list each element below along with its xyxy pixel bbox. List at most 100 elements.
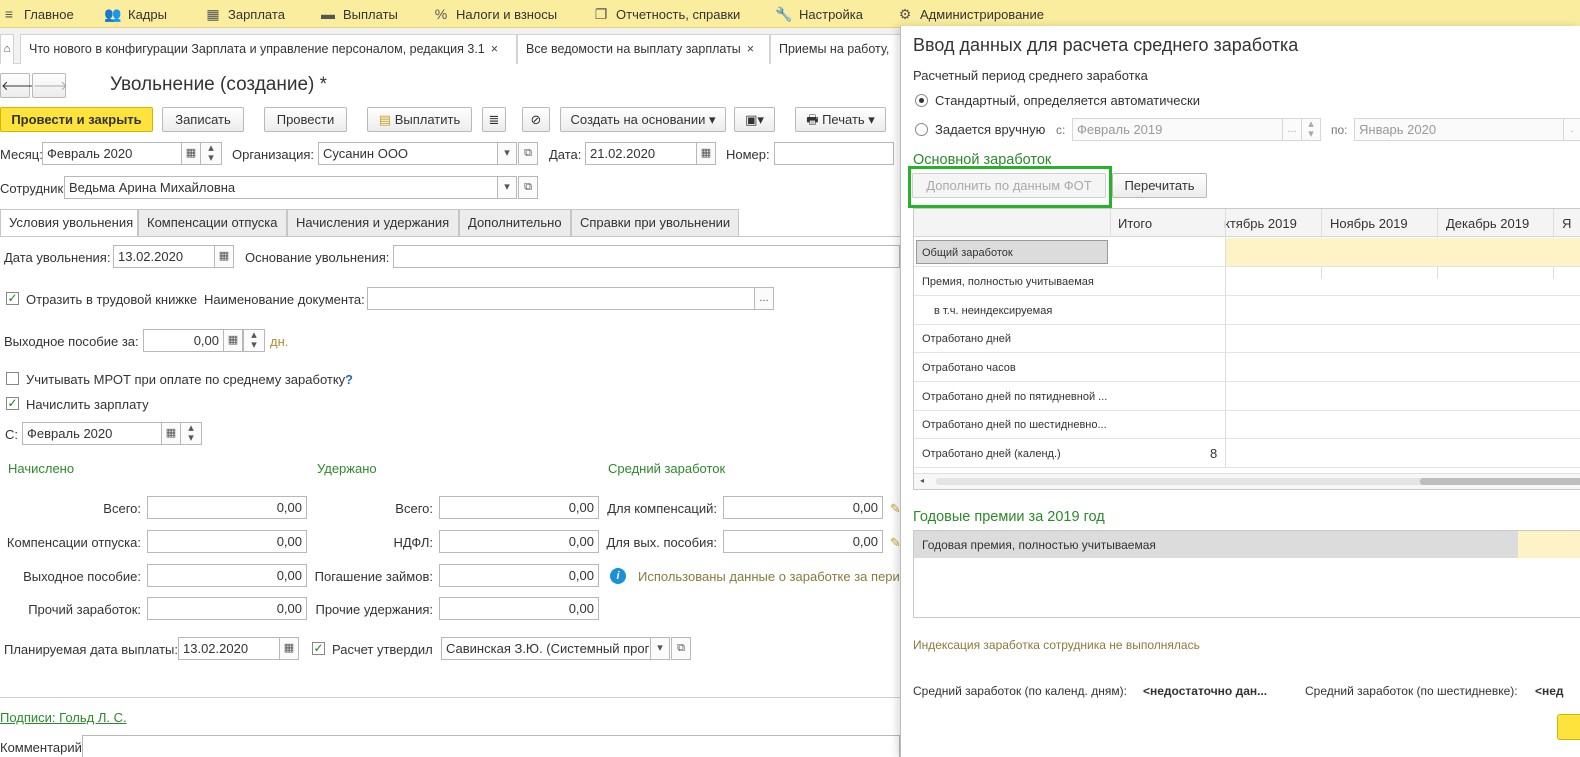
column-header-total[interactable]: Итого xyxy=(1118,216,1152,231)
table-cell-total[interactable]: 8 xyxy=(1210,446,1217,461)
ellipsis-icon[interactable]: ... xyxy=(1282,118,1302,141)
forward-button[interactable]: 🡒 xyxy=(32,73,68,98)
severance-pay-field[interactable]: 0,00 xyxy=(147,564,307,587)
pay-button[interactable]: ▤ Выплатить xyxy=(367,107,472,132)
vacation-comp-field[interactable]: 0,00 xyxy=(147,530,307,553)
chevron-down-icon[interactable]: ▾ xyxy=(497,176,517,199)
menu-item-reports[interactable]: ❐ Отчетность, справки xyxy=(592,0,741,28)
planned-date-field[interactable]: 13.02.2020 xyxy=(178,637,280,660)
chevron-down-icon[interactable]: ▾ xyxy=(497,142,517,165)
menu-item-salary[interactable]: ▦ Зарплата xyxy=(204,0,285,28)
avg-compensation-field[interactable]: 0,00 xyxy=(723,496,883,519)
column-header-month[interactable]: Ноябрь 2019 xyxy=(1330,216,1408,231)
create-based-on-button[interactable]: Создать на основании ▾ xyxy=(560,107,726,132)
table-row-label[interactable]: Отработано дней по шестидневно... xyxy=(922,419,1110,431)
number-field[interactable] xyxy=(774,142,894,165)
severance-stepper[interactable]: ▴ ▾ xyxy=(243,329,265,352)
avg-six-day-value[interactable]: <нед xyxy=(1535,684,1564,698)
open-link-icon[interactable]: ⧉ xyxy=(518,142,538,165)
fill-from-fot-button[interactable]: Дополнить по данным ФОТ xyxy=(912,173,1106,198)
tab-dismissal-certificates[interactable]: Справки при увольнении xyxy=(571,209,739,236)
calendar-icon[interactable]: ▦ xyxy=(214,245,234,268)
column-header-month[interactable]: ктябрь 2019 xyxy=(1224,216,1297,231)
severance-days-field[interactable]: 0,00 xyxy=(143,329,224,352)
close-icon[interactable]: × xyxy=(747,42,754,56)
approved-checkbox[interactable]: ✓ xyxy=(312,642,325,655)
table-row-label[interactable]: Общий заработок xyxy=(922,247,1013,259)
menu-item-settings[interactable]: 🔧 Настройка xyxy=(775,0,863,28)
workbook-checkbox[interactable]: ✓ xyxy=(6,292,19,305)
ellipsis-icon[interactable]: . xyxy=(1563,118,1580,141)
help-icon[interactable]: ? xyxy=(345,372,353,387)
scroll-left-icon[interactable]: ◂ xyxy=(920,476,924,485)
tab-additional[interactable]: Дополнительно xyxy=(459,209,571,236)
table-row-label[interactable]: в т.ч. неиндексируемая xyxy=(934,305,1052,317)
date-field[interactable]: 21.02.2020 xyxy=(585,142,697,165)
menu-item-admin[interactable]: ⚙ Администрирование xyxy=(896,0,1044,28)
accrued-total-field[interactable]: 0,00 xyxy=(147,496,307,519)
employee-field[interactable]: Ведьма Арина Михайловна xyxy=(64,176,498,199)
accrue-salary-checkbox[interactable]: ✓ xyxy=(6,397,19,410)
list-icon[interactable]: ≣ xyxy=(482,107,506,132)
print-button[interactable]: 🖶 Печать ▾ xyxy=(795,107,886,132)
dismissal-basis-field[interactable] xyxy=(393,245,900,268)
paperclip-icon[interactable]: ⊘ xyxy=(522,107,550,132)
month-field[interactable]: Февраль 2020 xyxy=(42,142,182,165)
post-and-close-button[interactable]: Провести и закрыть xyxy=(0,107,153,132)
withheld-total-field[interactable]: 0,00 xyxy=(439,496,599,519)
scrollbar-thumb[interactable] xyxy=(1420,478,1580,485)
scrollbar-track[interactable] xyxy=(936,478,1436,485)
other-deductions-field[interactable]: 0,00 xyxy=(439,597,599,620)
back-button[interactable]: 🡐 xyxy=(0,73,36,98)
table-row-label[interactable]: Премия, полностью учитываемая xyxy=(922,276,1094,288)
open-link-icon[interactable]: ⧉ xyxy=(671,637,691,660)
other-earnings-field[interactable]: 0,00 xyxy=(147,597,307,620)
home-icon[interactable]: ⌂ xyxy=(0,34,14,64)
table-row-label[interactable]: Отработано дней (календ.) xyxy=(922,448,1061,460)
comment-field[interactable] xyxy=(82,735,900,757)
calendar-icon[interactable]: ▦ xyxy=(279,637,299,660)
from-month-stepper[interactable]: ▴ ▾ xyxy=(180,422,202,445)
loan-repayment-field[interactable]: 0,00 xyxy=(439,564,599,587)
approved-by-field[interactable]: Савинская З.Ю. (Системный прог xyxy=(441,637,651,660)
table-row-label[interactable]: Отработано дней xyxy=(922,333,1011,345)
related-docs-icon[interactable]: ▣▾ xyxy=(734,107,775,132)
from-month-field[interactable]: Февраль 2020 xyxy=(22,422,162,445)
recalculate-button[interactable]: Перечитать xyxy=(1112,173,1207,198)
signatures-link[interactable]: Подписи: Гольд Л. С. xyxy=(0,710,127,725)
avg-info-text[interactable]: Использованы данные о заработке за перио xyxy=(638,569,900,584)
tab-accruals-deductions[interactable]: Начисления и удержания xyxy=(287,209,459,236)
calendar-icon[interactable]: ▦ xyxy=(696,142,716,165)
radio-standard-period[interactable] xyxy=(915,94,928,107)
menu-item-main[interactable]: ≡ Главное xyxy=(0,0,74,28)
calculator-icon[interactable]: ▦ xyxy=(223,329,243,352)
period-to-field[interactable]: Январь 2020 xyxy=(1354,118,1564,141)
ndfl-field[interactable]: 0,00 xyxy=(439,530,599,553)
open-tab-hirings[interactable]: Приемы на работу, xyxy=(770,34,910,64)
open-link-icon[interactable]: ⧉ xyxy=(518,176,538,199)
open-tab-whats-new[interactable]: Что нового в конфигурации Зарплата и упр… xyxy=(20,34,517,64)
period-from-field[interactable]: Февраль 2019 xyxy=(1072,118,1283,141)
avg-calendar-value[interactable]: <недостаточно дан... xyxy=(1143,684,1267,698)
menu-item-taxes[interactable]: % Налоги и взносы xyxy=(432,0,557,28)
tab-vacation-compensation[interactable]: Компенсации отпуска xyxy=(138,209,287,236)
period-from-stepper[interactable]: ▴ ▾ xyxy=(1301,118,1321,141)
chevron-down-icon[interactable]: ▾ xyxy=(650,637,670,660)
mrot-checkbox[interactable] xyxy=(6,372,19,385)
save-button[interactable]: Записать xyxy=(162,107,244,132)
calendar-icon[interactable]: ▦ xyxy=(161,422,181,445)
ellipsis-icon[interactable]: ... xyxy=(754,287,774,310)
organization-field[interactable]: Сусанин ООО xyxy=(318,142,498,165)
dismissal-date-field[interactable]: 13.02.2020 xyxy=(113,245,215,268)
post-button[interactable]: Провести xyxy=(264,107,347,132)
ok-button[interactable] xyxy=(1557,714,1580,740)
document-name-field[interactable] xyxy=(367,287,755,310)
menu-item-hr[interactable]: 👥 Кадры xyxy=(104,0,167,28)
column-header-month[interactable]: Декабрь 2019 xyxy=(1446,216,1529,231)
tab-dismissal-conditions[interactable]: Условия увольнения xyxy=(0,209,138,237)
close-icon[interactable]: × xyxy=(491,42,498,56)
calendar-icon[interactable]: ▦ xyxy=(181,142,201,165)
menu-item-payments[interactable]: ▬ Выплаты xyxy=(319,0,398,28)
annual-row-label[interactable]: Годовая премия, полностью учитываемая xyxy=(922,538,1156,552)
column-header-month[interactable]: Я xyxy=(1562,216,1571,231)
